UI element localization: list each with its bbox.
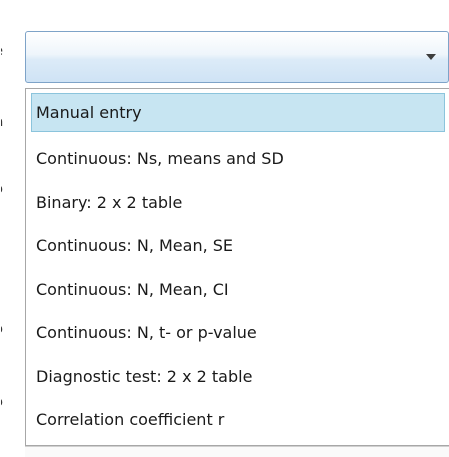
option-correlation-coefficient-r[interactable]: Correlation coefficient r bbox=[31, 400, 445, 439]
option-diagnostic-test-2x2-table[interactable]: Diagnostic test: 2 x 2 table bbox=[31, 357, 445, 396]
caret-down-icon[interactable] bbox=[426, 54, 436, 60]
option-continuous-n-mean-se[interactable]: Continuous: N, Mean, SE bbox=[31, 226, 445, 265]
background-label: o bbox=[1, 322, 13, 338]
option-continuous-ns-means-sd[interactable]: Continuous: Ns, means and SD bbox=[31, 139, 445, 178]
option-binary-2x2-table[interactable]: Binary: 2 x 2 table bbox=[31, 183, 445, 222]
underlying-panel-edge bbox=[25, 446, 449, 457]
background-label: o bbox=[1, 395, 13, 411]
option-continuous-n-mean-ci[interactable]: Continuous: N, Mean, CI bbox=[31, 270, 445, 309]
background-label: r bbox=[1, 255, 13, 271]
option-continuous-n-t-or-p-value[interactable]: Continuous: N, t- or p-value bbox=[31, 313, 445, 352]
background-labels: e n o r o o bbox=[0, 0, 20, 456]
data-type-combobox[interactable] bbox=[25, 31, 449, 83]
background-label: o bbox=[1, 182, 13, 198]
background-label: n bbox=[1, 115, 13, 131]
dropdown-list: Manual entry Continuous: Ns, means and S… bbox=[25, 88, 449, 446]
option-manual-entry[interactable]: Manual entry bbox=[31, 93, 445, 132]
background-label: e bbox=[1, 44, 13, 60]
